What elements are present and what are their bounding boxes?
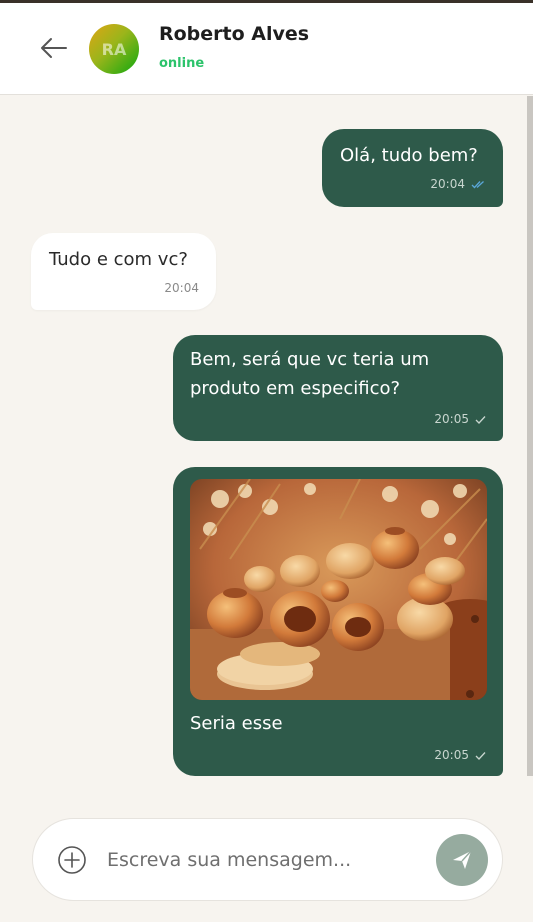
add-attachment-button[interactable] bbox=[57, 845, 87, 875]
message-meta: 20:04 bbox=[164, 281, 199, 295]
message-input[interactable] bbox=[107, 841, 427, 879]
message-time: 20:04 bbox=[164, 281, 199, 295]
message-text: Olá, tudo bem? bbox=[340, 145, 478, 166]
message-bubble-outgoing[interactable]: Olá, tudo bem? 20:04 bbox=[322, 129, 503, 207]
scrollbar[interactable] bbox=[527, 96, 533, 776]
arrow-left-icon bbox=[41, 38, 67, 58]
message-time: 20:05 bbox=[434, 748, 469, 762]
plus-circle-icon bbox=[58, 846, 86, 874]
check-icon bbox=[475, 751, 486, 760]
message-time: 20:05 bbox=[434, 412, 469, 426]
contact-status: online bbox=[159, 56, 205, 71]
avatar[interactable]: RA bbox=[89, 24, 139, 74]
message-time: 20:04 bbox=[430, 177, 465, 191]
contact-name: Roberto Alves bbox=[159, 23, 310, 45]
message-composer bbox=[32, 818, 503, 901]
double-check-icon bbox=[471, 180, 484, 188]
check-icon bbox=[475, 415, 486, 424]
message-text: Tudo e com vc? bbox=[49, 249, 188, 270]
message-caption: Seria esse bbox=[190, 713, 283, 734]
send-icon bbox=[453, 850, 472, 869]
message-meta: 20:04 bbox=[430, 177, 486, 191]
message-text: Bem, será que vc teria um produto em esp… bbox=[190, 349, 430, 399]
message-bubble-incoming[interactable]: Tudo e com vc? 20:04 bbox=[31, 233, 216, 310]
send-button[interactable] bbox=[436, 834, 488, 886]
message-list: Olá, tudo bem? 20:04 Tudo e com vc? 20:0… bbox=[0, 96, 533, 796]
pottery-photo bbox=[190, 479, 487, 700]
back-button[interactable] bbox=[36, 33, 74, 63]
message-image[interactable] bbox=[190, 479, 487, 700]
message-bubble-outgoing-image[interactable]: Seria esse 20:05 bbox=[173, 467, 503, 776]
message-bubble-outgoing[interactable]: Bem, será que vc teria um produto em esp… bbox=[173, 335, 503, 441]
avatar-initials: RA bbox=[101, 39, 127, 59]
message-meta: 20:05 bbox=[434, 412, 486, 426]
message-meta: 20:05 bbox=[434, 748, 486, 762]
chat-header: RA Roberto Alves online bbox=[0, 3, 533, 95]
